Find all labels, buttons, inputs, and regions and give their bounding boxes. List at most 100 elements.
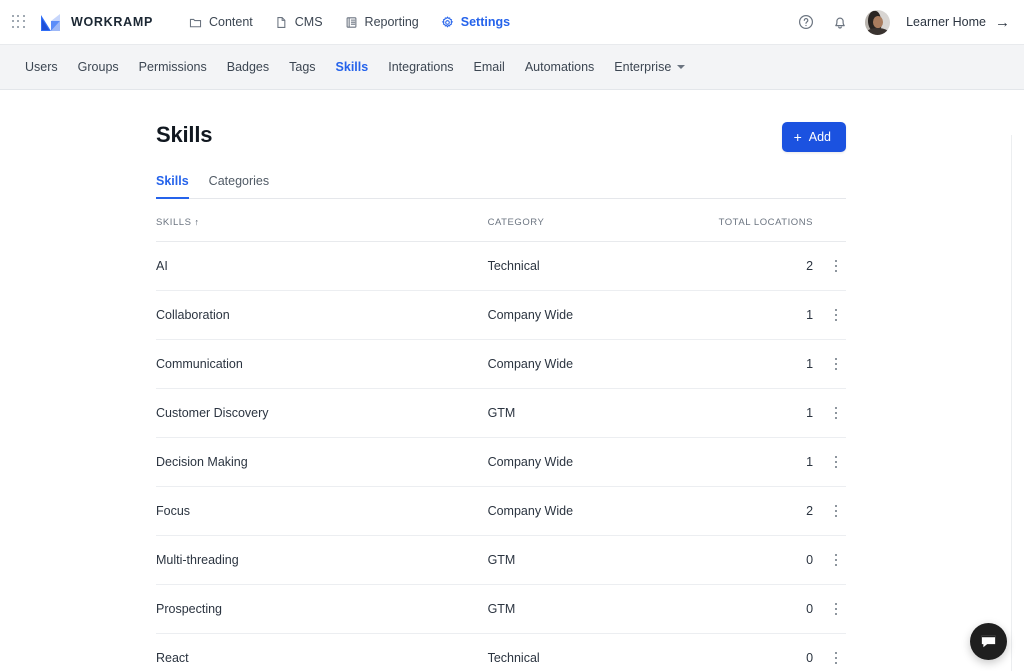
cell-total: 0 <box>718 633 814 671</box>
subnav-item-users[interactable]: Users <box>16 54 67 80</box>
kebab-menu-icon[interactable] <box>826 648 846 668</box>
nav-label-settings: Settings <box>460 15 511 29</box>
table-row[interactable]: Collaboration Company Wide 1 <box>156 290 846 340</box>
nav-item-reporting[interactable]: Reporting <box>335 9 429 35</box>
cell-skill: Prospecting <box>156 584 488 634</box>
page-header: Skills + Add <box>156 122 846 152</box>
arrow-right-icon: → <box>995 13 1010 31</box>
cell-skill: Focus <box>156 486 488 536</box>
cell-skill: Communication <box>156 339 488 389</box>
subnav-item-email[interactable]: Email <box>465 54 514 80</box>
cell-category: GTM <box>487 535 719 585</box>
cell-total: 1 <box>718 290 814 340</box>
top-bar-right-cluster: Learner Home → <box>797 9 1010 35</box>
column-header-skills[interactable]: Skills ↑ <box>156 213 488 242</box>
table-body: AI Technical 2 Collaboration Company Wid… <box>156 241 846 671</box>
table-row[interactable]: React Technical 0 <box>156 633 846 671</box>
bell-icon[interactable] <box>831 13 849 31</box>
subnav-item-permissions[interactable]: Permissions <box>130 54 216 80</box>
cell-skill: AI <box>156 241 488 291</box>
brand-logo[interactable]: WORKRAMP <box>40 12 153 32</box>
cell-actions <box>813 241 846 291</box>
nav-label-cms: CMS <box>294 15 323 29</box>
table-row[interactable]: Multi-threading GTM 0 <box>156 535 846 585</box>
tab-skills[interactable]: Skills <box>156 174 189 199</box>
cell-total: 1 <box>718 437 814 487</box>
nav-label-reporting: Reporting <box>364 15 419 29</box>
column-header-total-locations[interactable]: Total Locations <box>718 213 814 242</box>
cell-skill: Multi-threading <box>156 535 488 585</box>
cell-total: 1 <box>718 339 814 389</box>
learner-home-link[interactable]: Learner Home → <box>906 15 1010 30</box>
kebab-menu-icon[interactable] <box>826 501 846 521</box>
add-skill-button[interactable]: + Add <box>781 122 846 152</box>
subnav-item-groups[interactable]: Groups <box>69 54 128 80</box>
subnav-item-enterprise[interactable]: Enterprise <box>605 54 694 80</box>
chevron-down-icon <box>677 65 686 69</box>
grid-apps-icon[interactable] <box>12 15 26 29</box>
table-row[interactable]: Customer Discovery GTM 1 <box>156 388 846 438</box>
table-row[interactable]: Prospecting GTM 0 <box>156 584 846 634</box>
chat-launcher-button[interactable] <box>970 623 1007 660</box>
cell-category: Company Wide <box>487 437 719 487</box>
cell-skill: Decision Making <box>156 437 488 487</box>
cell-category: Technical <box>487 633 719 671</box>
cell-total: 0 <box>718 535 814 585</box>
user-avatar[interactable] <box>865 9 891 35</box>
chat-bubble-icon <box>981 635 996 648</box>
kebab-menu-icon[interactable] <box>826 354 846 374</box>
kebab-menu-icon[interactable] <box>826 403 846 423</box>
gear-icon <box>441 15 454 29</box>
cell-skill: Collaboration <box>156 290 488 340</box>
skills-table: Skills ↑ Category Total Locations AI Tech… <box>156 213 846 671</box>
subnav-item-skills[interactable]: Skills <box>327 54 378 80</box>
kebab-menu-icon[interactable] <box>826 452 846 472</box>
kebab-menu-icon[interactable] <box>826 305 846 325</box>
content-area: Skills + Add Skills Categories Skills ↑ C… <box>0 90 1024 671</box>
folder-icon <box>189 16 202 29</box>
subnav-item-integrations[interactable]: Integrations <box>379 54 462 80</box>
help-circle-icon[interactable] <box>797 13 815 31</box>
settings-subnav: Users Groups Permissions Badges Tags Ski… <box>0 45 1024 90</box>
cell-category: Company Wide <box>487 339 719 389</box>
cell-skill: React <box>156 633 488 671</box>
reports-icon <box>345 16 358 29</box>
cell-actions <box>813 388 846 438</box>
nav-item-content[interactable]: Content <box>179 9 263 35</box>
arrow-up-icon: ↑ <box>194 217 200 227</box>
subnav-item-badges[interactable]: Badges <box>218 54 278 80</box>
column-header-category[interactable]: Category <box>487 213 719 242</box>
cell-total: 2 <box>718 241 814 291</box>
cell-actions <box>813 486 846 536</box>
kebab-menu-icon[interactable] <box>826 550 846 570</box>
app-window: WORKRAMP Content CMS Reporting Settings … <box>0 0 1024 671</box>
nav-item-settings[interactable]: Settings <box>431 9 520 35</box>
cell-actions <box>813 535 846 585</box>
cell-actions <box>813 290 846 340</box>
table-row[interactable]: Communication Company Wide 1 <box>156 339 846 389</box>
page-scrollbar[interactable] <box>1011 135 1024 671</box>
cell-total: 2 <box>718 486 814 536</box>
cell-total: 1 <box>718 388 814 438</box>
cell-actions <box>813 437 846 487</box>
cell-actions <box>813 339 846 389</box>
workramp-logo-icon <box>41 14 60 31</box>
top-navigation-bar: WORKRAMP Content CMS Reporting Settings … <box>0 0 1024 45</box>
primary-nav: Content CMS Reporting Settings <box>179 9 520 35</box>
kebab-menu-icon[interactable] <box>826 599 846 619</box>
tab-categories[interactable]: Categories <box>209 174 269 199</box>
brand-name: WORKRAMP <box>71 15 153 29</box>
nav-item-cms[interactable]: CMS <box>265 9 333 35</box>
table-row[interactable]: Focus Company Wide 2 <box>156 486 846 536</box>
table-row[interactable]: AI Technical 2 <box>156 241 846 291</box>
column-header-actions <box>813 213 846 242</box>
file-icon <box>275 16 288 29</box>
column-label-skills: Skills <box>156 217 192 228</box>
table-header-row: Skills ↑ Category Total Locations <box>156 213 846 242</box>
table-head: Skills ↑ Category Total Locations <box>156 213 846 242</box>
subnav-item-automations[interactable]: Automations <box>516 54 603 80</box>
cell-total: 0 <box>718 584 814 634</box>
subnav-item-tags[interactable]: Tags <box>280 54 324 80</box>
kebab-menu-icon[interactable] <box>826 256 846 276</box>
table-row[interactable]: Decision Making Company Wide 1 <box>156 437 846 487</box>
